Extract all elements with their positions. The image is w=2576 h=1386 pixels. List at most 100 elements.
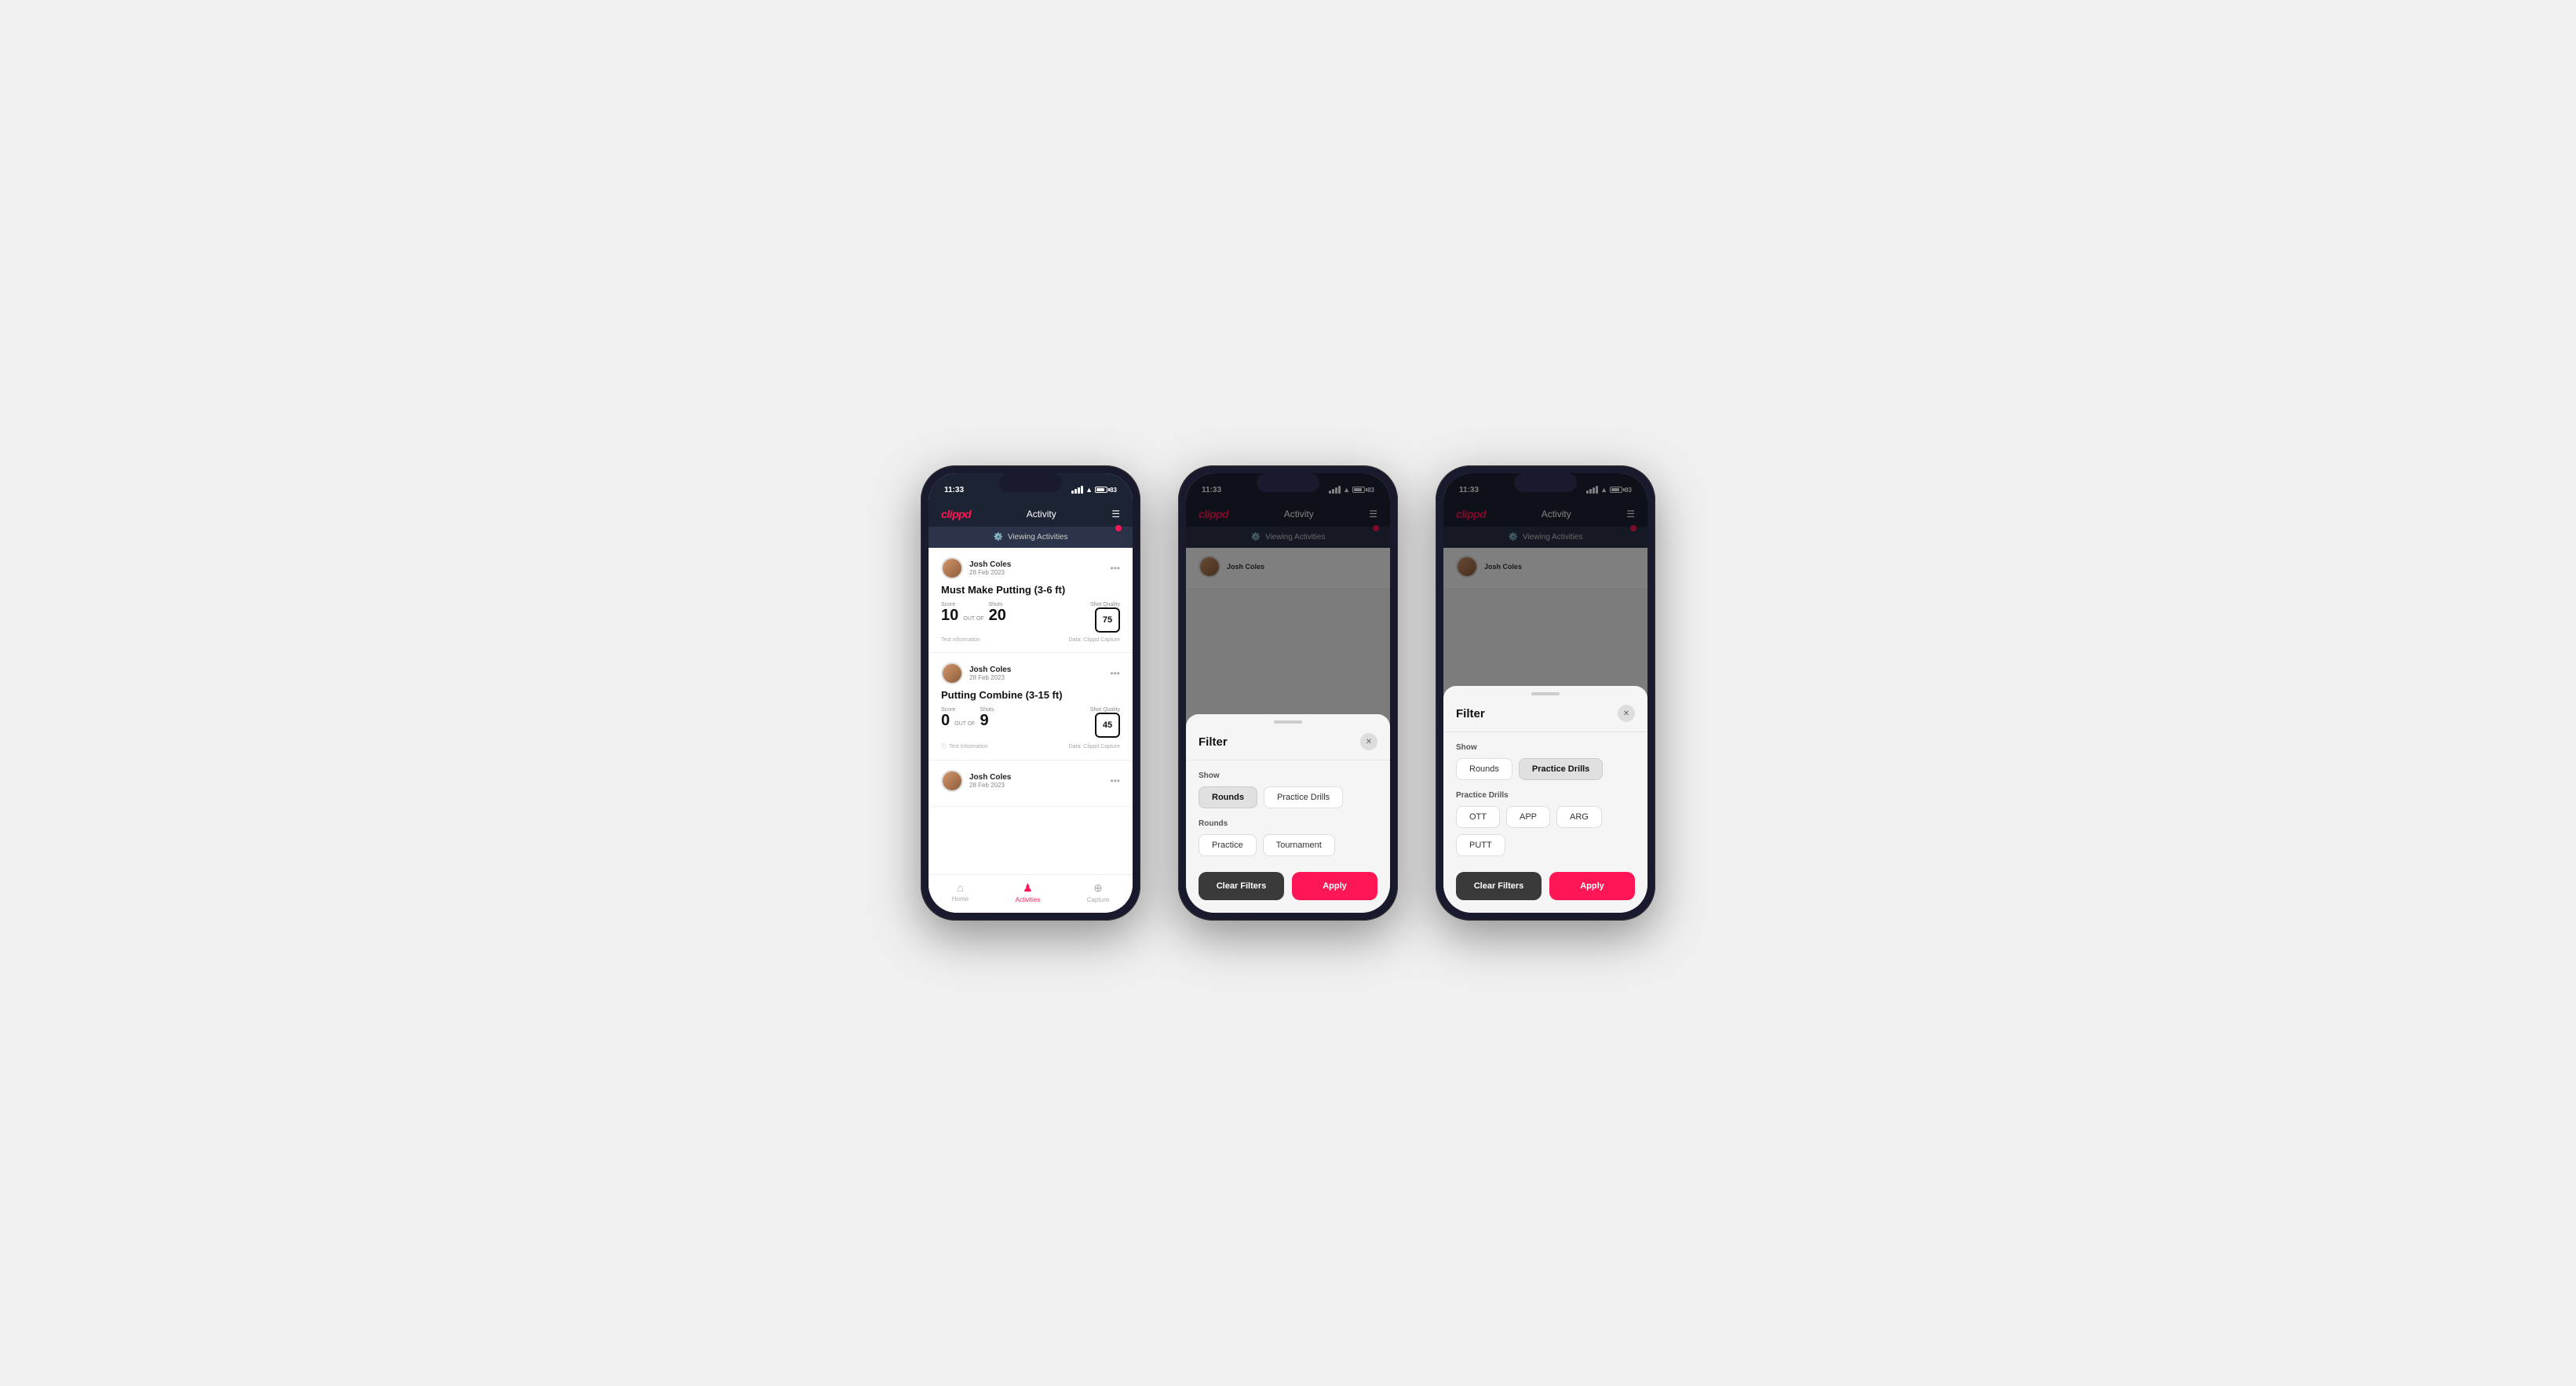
close-btn-3[interactable]: ✕	[1618, 705, 1635, 722]
practice-drills-btn-2[interactable]: Practice Drills	[1264, 786, 1343, 808]
activity-list-1: Josh Coles 28 Feb 2023 ••• Must Make Put…	[929, 548, 1133, 874]
test-info-2: ⓘ Test Information	[941, 742, 988, 750]
nav-home-1[interactable]: ⌂ Home	[952, 881, 969, 903]
nav-activities-1[interactable]: ♟ Activities	[1016, 881, 1041, 903]
activity-title-1: Must Make Putting (3-6 ft)	[941, 584, 1120, 596]
show-toggle-group-2: Rounds Practice Drills	[1199, 786, 1377, 808]
filter-overlay-3: Filter ✕ Show Rounds Practice Drills Pra…	[1443, 473, 1647, 913]
data-source-2: Data: Clippd Capture	[1069, 744, 1120, 750]
arg-btn-3[interactable]: ARG	[1556, 806, 1602, 828]
avatar-3	[941, 770, 963, 792]
user-name-2: Josh Coles	[969, 666, 1011, 674]
test-info-1: Test Information	[941, 637, 980, 643]
phone-1-screen: 11:33 ▲ 83 clippd	[929, 473, 1133, 913]
rounds-btn-3[interactable]: Rounds	[1456, 758, 1512, 780]
stats-row-1: Score 10 OUT OF Shots 20 Shot Quality	[941, 602, 1120, 633]
shot-quality-badge-2: 45	[1095, 713, 1120, 738]
avatar-img-3	[943, 771, 961, 790]
user-details-3: Josh Coles 28 Feb 2023	[969, 773, 1011, 789]
show-section-3: Show Rounds Practice Drills	[1443, 732, 1647, 780]
more-btn-2[interactable]: •••	[1110, 668, 1120, 679]
shot-quality-group-1: Shot Quality 75	[1090, 602, 1120, 633]
signal-bar-2	[1075, 489, 1077, 494]
viewing-text-1: Viewing Activities	[1008, 533, 1068, 542]
sheet-header-2: Filter ✕	[1186, 733, 1390, 760]
battery-level-1: 83	[1110, 487, 1117, 494]
avatar-img-1	[943, 559, 961, 578]
activity-item-3: Josh Coles 28 Feb 2023 •••	[929, 760, 1133, 807]
phone-notch-1	[999, 473, 1062, 492]
score-values-2: 0 OUT OF	[941, 713, 976, 728]
sheet-handle-3	[1531, 692, 1560, 695]
activity-footer-2: ⓘ Test Information Data: Clippd Capture	[941, 742, 1120, 750]
filter-overlay-2: Filter ✕ Show Rounds Practice Drills Rou…	[1186, 473, 1390, 913]
bottom-nav-1: ⌂ Home ♟ Activities ⊕ Capture	[929, 874, 1133, 913]
sheet-header-3: Filter ✕	[1443, 705, 1647, 732]
activity-header-3: Josh Coles 28 Feb 2023 •••	[941, 770, 1120, 792]
nav-capture-label-1: Capture	[1087, 896, 1109, 903]
sheet-actions-3: Clear Filters Apply	[1443, 856, 1647, 900]
show-section-2: Show Rounds Practice Drills	[1186, 760, 1390, 808]
putt-btn-3[interactable]: PUTT	[1456, 834, 1505, 856]
shots-group-2: Shots 9	[980, 707, 994, 729]
phone-2-screen: 11:33 ▲ 83	[1186, 473, 1390, 913]
shots-group-1: Shots 20	[989, 602, 1006, 624]
activity-item-2: Josh Coles 28 Feb 2023 ••• Putting Combi…	[929, 653, 1133, 760]
rounds-toggle-group-2: Practice Tournament	[1199, 834, 1377, 856]
activities-icon-1: ♟	[1023, 881, 1033, 895]
user-date-3: 28 Feb 2023	[969, 782, 1011, 789]
shots-value-1: 20	[989, 607, 1006, 624]
close-btn-2[interactable]: ✕	[1360, 733, 1377, 750]
app-btn-3[interactable]: APP	[1506, 806, 1550, 828]
header-title-1: Activity	[1027, 509, 1056, 520]
menu-icon-1[interactable]: ☰	[1111, 509, 1120, 520]
activity-item-1: Josh Coles 28 Feb 2023 ••• Must Make Put…	[929, 548, 1133, 653]
home-icon-1: ⌂	[957, 881, 963, 894]
viewing-bar-1[interactable]: ⚙️ Viewing Activities	[929, 527, 1133, 548]
rounds-btn-2[interactable]: Rounds	[1199, 786, 1257, 808]
capture-icon-1: ⊕	[1093, 881, 1103, 895]
data-source-1: Data: Clippd Capture	[1069, 637, 1120, 643]
nav-capture-1[interactable]: ⊕ Capture	[1087, 881, 1109, 903]
more-btn-1[interactable]: •••	[1110, 563, 1120, 574]
sheet-actions-2: Clear Filters Apply	[1186, 856, 1390, 900]
shots-value-2: 9	[980, 712, 988, 729]
filter-sheet-3: Filter ✕ Show Rounds Practice Drills Pra…	[1443, 686, 1647, 913]
show-label-3: Show	[1456, 743, 1635, 752]
avatar-2	[941, 662, 963, 684]
user-info-1: Josh Coles 28 Feb 2023	[941, 557, 1011, 579]
phone-3: 11:33 ▲ 83	[1436, 465, 1655, 921]
clear-filters-btn-3[interactable]: Clear Filters	[1456, 872, 1542, 900]
score-group-2: Score 0 OUT OF	[941, 707, 976, 728]
practice-drills-btn-3[interactable]: Practice Drills	[1519, 758, 1603, 780]
score-value-2: 0	[941, 713, 950, 728]
filter-icon-1: ⚙️	[994, 533, 1003, 542]
practice-btn-2[interactable]: Practice	[1199, 834, 1257, 856]
user-details-2: Josh Coles 28 Feb 2023	[969, 666, 1011, 681]
phone-3-screen: 11:33 ▲ 83	[1443, 473, 1647, 913]
tournament-btn-2[interactable]: Tournament	[1263, 834, 1335, 856]
shot-quality-badge-1: 75	[1095, 607, 1120, 633]
signal-bars-1	[1071, 486, 1083, 494]
filter-sheet-2: Filter ✕ Show Rounds Practice Drills Rou…	[1186, 714, 1390, 913]
filter-title-3: Filter	[1456, 707, 1485, 720]
status-time-1: 11:33	[944, 486, 964, 494]
rounds-section-label-2: Rounds	[1199, 819, 1377, 828]
sheet-handle-2	[1274, 720, 1302, 724]
signal-bar-3	[1078, 487, 1080, 494]
avatar-1	[941, 557, 963, 579]
apply-btn-3[interactable]: Apply	[1549, 872, 1635, 900]
wifi-icon-1: ▲	[1085, 486, 1093, 494]
user-info-3: Josh Coles 28 Feb 2023	[941, 770, 1011, 792]
clear-filters-btn-2[interactable]: Clear Filters	[1199, 872, 1284, 900]
ott-btn-3[interactable]: OTT	[1456, 806, 1500, 828]
phone-2: 11:33 ▲ 83	[1178, 465, 1398, 921]
user-details-1: Josh Coles 28 Feb 2023	[969, 560, 1011, 576]
user-name-3: Josh Coles	[969, 773, 1011, 782]
more-btn-3[interactable]: •••	[1110, 775, 1120, 786]
score-group-1: Score 10 OUT OF	[941, 602, 986, 623]
shot-quality-label-2: Shot Quality	[1090, 707, 1120, 713]
apply-btn-2[interactable]: Apply	[1292, 872, 1377, 900]
notification-dot-1	[1115, 525, 1122, 531]
test-info-text-2: Test Information	[949, 744, 988, 750]
